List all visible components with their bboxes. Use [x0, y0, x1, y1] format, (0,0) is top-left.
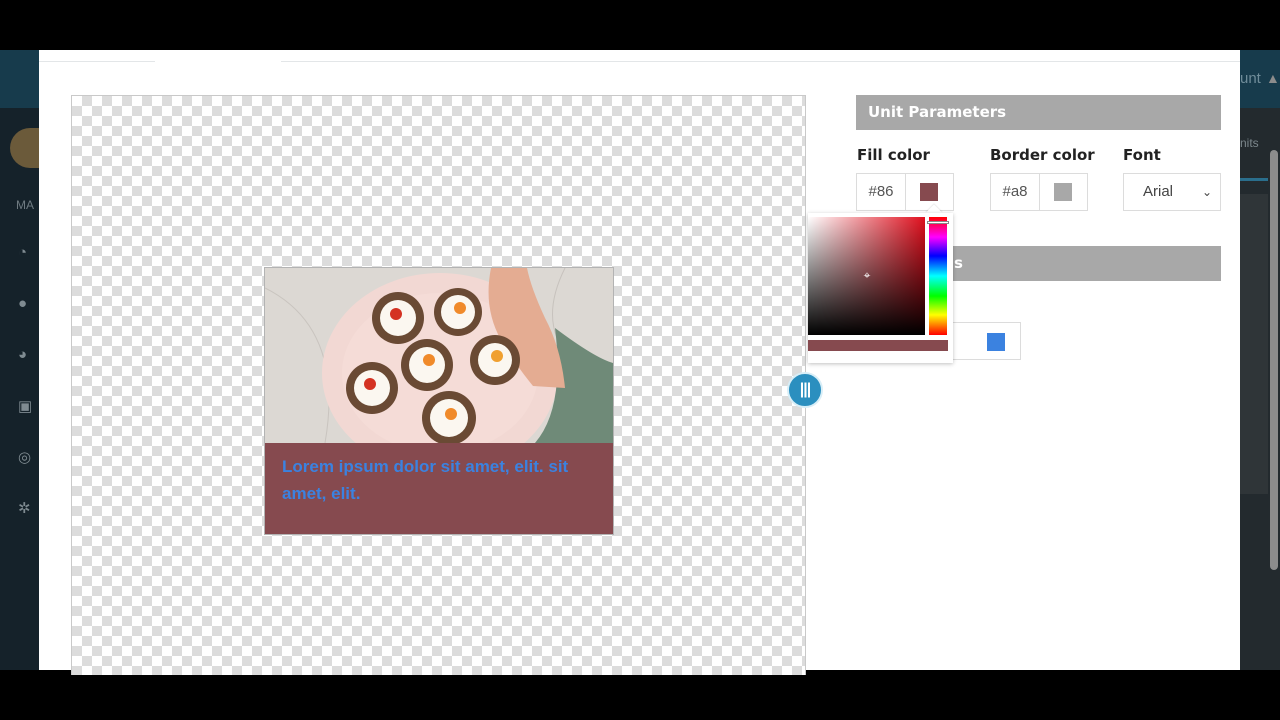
unit-text: Lorem ipsum dolor sit amet, elit. sit am… [282, 457, 569, 503]
border-color-field[interactable]: #a8 [990, 173, 1088, 211]
fill-color-swatch[interactable] [920, 183, 938, 201]
unit-preview[interactable]: Lorem ipsum dolor sit amet, elit. sit am… [264, 267, 614, 535]
sidebar-section-header: MA [16, 198, 34, 212]
unit-editor-modal: Lorem ipsum dolor sit amet, elit. sit am… [39, 50, 1240, 675]
lifebuoy-icon[interactable]: ◎ [18, 449, 36, 467]
text-color-swatch[interactable] [987, 333, 1005, 351]
pie-chart-icon[interactable]: ◕ [18, 346, 36, 364]
unit-parameters-header: Unit Parameters [856, 95, 1221, 130]
gear-icon[interactable]: ✲ [18, 500, 36, 518]
color-preview [808, 340, 948, 351]
globe-icon[interactable]: ● [18, 295, 36, 313]
tab-underline [1240, 178, 1268, 181]
dashboard-icon[interactable]: ◔ [18, 244, 36, 262]
background-panel [1240, 194, 1268, 494]
border-color-swatch[interactable] [1054, 183, 1072, 201]
chevron-down-icon: ⌄ [1201, 185, 1212, 199]
text-parameters-title-partial: s [954, 254, 963, 272]
font-label: Font [1123, 146, 1161, 164]
screen: MA ◔ ● ◕ ▣ ◎ ✲ unt nits ▲ Lorem ipsum do… [0, 0, 1280, 720]
preview-canvas: Lorem ipsum dolor sit amet, elit. sit am… [71, 95, 806, 675]
account-link[interactable]: unt [1240, 70, 1261, 87]
fill-color-field[interactable]: #86 [856, 173, 954, 211]
saturation-area[interactable]: ⌖ [808, 217, 925, 335]
crosshair-icon[interactable]: ⌖ [861, 269, 873, 281]
border-color-hex-input[interactable]: #a8 [991, 174, 1040, 210]
hue-slider-handle[interactable] [927, 221, 949, 224]
scroll-up-icon[interactable]: ▲ [1266, 70, 1280, 86]
food-photo [265, 268, 613, 443]
color-picker-popup: ⌖ [808, 213, 953, 363]
font-select[interactable]: Arial ⌄ [1123, 173, 1221, 211]
fill-color-label: Fill color [857, 146, 930, 164]
hue-slider[interactable] [929, 217, 947, 335]
border-color-label: Border color [990, 146, 1095, 164]
app-sidebar [0, 108, 39, 670]
unit-image [265, 268, 613, 443]
fill-color-hex-input[interactable]: #86 [857, 174, 906, 210]
font-select-value: Arial [1143, 183, 1174, 200]
money-icon[interactable]: ▣ [18, 398, 36, 416]
unit-banner: Lorem ipsum dolor sit amet, elit. sit am… [265, 443, 613, 534]
page-scrollbar[interactable] [1270, 150, 1278, 570]
active-tab-indicator [155, 61, 281, 62]
tab-units[interactable]: nits [1240, 136, 1259, 150]
resize-handle[interactable]: ||| [787, 372, 823, 408]
